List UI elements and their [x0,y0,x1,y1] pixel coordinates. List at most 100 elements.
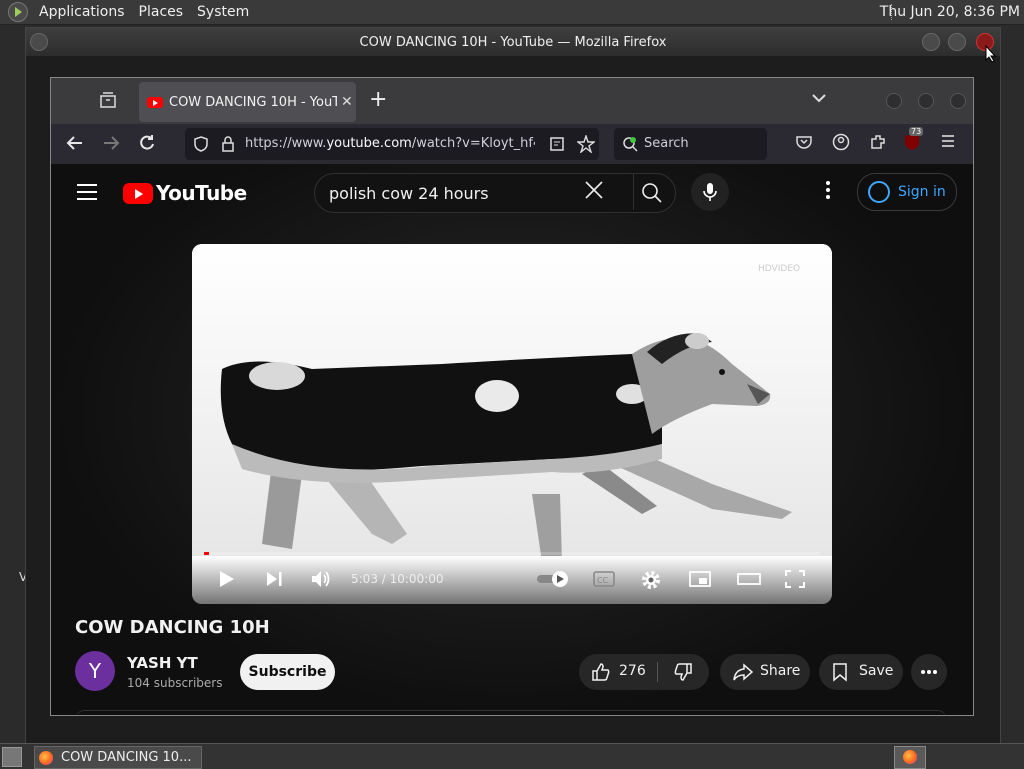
tracking-protection-shield-icon[interactable] [193,136,209,152]
clear-search-icon[interactable] [583,179,605,201]
hamburger-menu-icon[interactable] [940,133,956,149]
url-prefix: https://www. [245,136,327,151]
ublock-count-badge: 73 [909,127,924,136]
share-arrow-icon [733,663,754,681]
youtube-search-box[interactable]: polish cow 24 hours [314,173,676,213]
tab-list-icon[interactable] [99,91,117,109]
ff-minimize-button[interactable] [886,93,902,109]
miniplayer-icon[interactable] [688,569,712,589]
navigation-toolbar: https://www.youtube.com/watch?v=Kloyt_hf… [51,124,973,164]
subscribe-button[interactable]: Subscribe [240,654,335,690]
dislike-thumb-down-icon[interactable] [673,662,693,682]
save-button[interactable]: Save [819,654,903,690]
youtube-page: YouTube polish cow 24 hours Sign in HDVI… [51,164,973,715]
ff-close-button[interactable] [950,93,966,109]
time-display: 5:03 / 10:00:00 [351,572,444,586]
reload-icon[interactable] [137,133,157,153]
panel-clock[interactable]: Thu Jun 20, 8:36 PM [880,4,1020,20]
youtube-search-input[interactable]: polish cow 24 hours [329,184,489,203]
video-frame-cow [192,244,832,556]
account-icon[interactable] [832,133,850,151]
channel-name[interactable]: YASH YT [127,654,198,672]
settings-gear-icon[interactable] [640,569,662,591]
subscriber-count: 104 subscribers [127,676,223,690]
next-video-icon[interactable] [264,569,284,589]
channel-avatar[interactable]: Y [75,651,115,691]
youtube-logo[interactable]: YouTube [123,181,247,205]
new-tab-button[interactable]: + [369,87,387,112]
youtube-logo-text: YouTube [156,181,247,205]
applications-menu[interactable]: Applications [32,4,132,20]
save-bookmark-icon [833,663,847,682]
tab-title: COW DANCING 10H - YouTube [169,94,337,110]
window-menu-button[interactable] [30,33,48,51]
tab-youtube[interactable]: COW DANCING 10H - YouTube ✕ [139,82,356,122]
youtube-favicon-icon [147,96,163,108]
progress-bar[interactable] [204,552,820,555]
sign-in-label: Sign in [898,184,946,200]
youtube-masthead: YouTube polish cow 24 hours Sign in [51,164,973,220]
outer-window-title: COW DANCING 10H - YouTube — Mozilla Fire… [359,34,667,50]
theater-mode-icon[interactable] [736,569,762,589]
taskbar-item-label: COW DANCING 10... [61,750,192,765]
sign-in-button[interactable]: Sign in [857,173,957,211]
fullscreen-icon[interactable] [784,569,806,589]
ff-maximize-button[interactable] [918,93,934,109]
workspace-switcher[interactable] [894,746,926,769]
taskbar-firefox-item[interactable]: COW DANCING 10... [34,746,202,769]
player-controls: 5:03 / 10:00:00 CC [192,556,832,604]
video-title: COW DANCING 10H [75,617,270,638]
autoplay-toggle-icon[interactable] [536,569,572,589]
url-text[interactable]: https://www.youtube.com/watch?v=Kloyt_hf… [245,136,535,151]
list-all-tabs-icon[interactable] [811,90,827,106]
description-box-edge [75,710,947,715]
voice-search-button[interactable] [691,173,729,211]
back-icon[interactable] [65,133,85,153]
extensions-icon[interactable] [869,133,887,151]
close-tab-icon[interactable]: ✕ [341,94,353,110]
lock-icon[interactable] [221,136,235,152]
url-domain: youtube.com [326,136,412,151]
firefox-icon [39,750,53,765]
volume-icon[interactable] [310,569,332,589]
microphone-icon [703,183,717,201]
more-actions-button[interactable] [911,654,947,690]
share-label: Share [760,663,801,679]
youtube-play-logo-icon [123,182,153,204]
url-path: /watch?v=Kloyt_hf4V [411,136,535,151]
tab-bar: COW DANCING 10H - YouTube ✕ + [51,78,973,124]
save-label: Save [859,663,894,679]
search-button-icon[interactable] [641,182,663,204]
search-bar[interactable]: Search [614,128,767,160]
system-menu[interactable]: System [190,4,256,20]
subtitles-cc-icon[interactable]: CC [592,569,616,589]
show-desktop-icon[interactable] [2,747,22,767]
top-panel: Applications Places System Thu Jun 20, 8… [0,0,1024,25]
progress-fill [204,552,210,555]
search-engine-icon[interactable] [622,136,638,152]
pocket-icon[interactable] [795,133,813,151]
minimize-button[interactable] [922,33,940,51]
maximize-button[interactable] [948,33,966,51]
bookmark-star-icon[interactable] [577,135,595,153]
like-count[interactable]: 276 [619,663,646,679]
search-placeholder: Search [644,136,689,151]
account-circle-icon [868,181,890,203]
settings-more-icon[interactable] [825,180,831,200]
video-player[interactable]: HDVIDEO 5:03 / 10:00:00 CC [192,244,832,604]
workspace-firefox-icon [903,750,917,764]
url-bar[interactable]: https://www.youtube.com/watch?v=Kloyt_hf… [185,128,599,160]
mouse-cursor-icon [985,45,997,63]
places-menu[interactable]: Places [132,4,191,20]
guide-menu-icon[interactable] [77,184,97,205]
like-dislike-group: 276 [579,654,709,690]
play-icon[interactable] [218,569,236,589]
svg-text:CC: CC [597,576,609,585]
reader-view-icon[interactable] [549,136,565,152]
bottom-taskbar: COW DANCING 10... [0,743,1024,769]
applications-menu-icon[interactable] [8,2,28,22]
like-thumb-up-icon[interactable] [591,662,611,682]
outer-window-titlebar[interactable]: COW DANCING 10H - YouTube — Mozilla Fire… [26,28,1000,56]
share-button[interactable]: Share [720,654,810,690]
forward-icon[interactable] [101,133,121,153]
